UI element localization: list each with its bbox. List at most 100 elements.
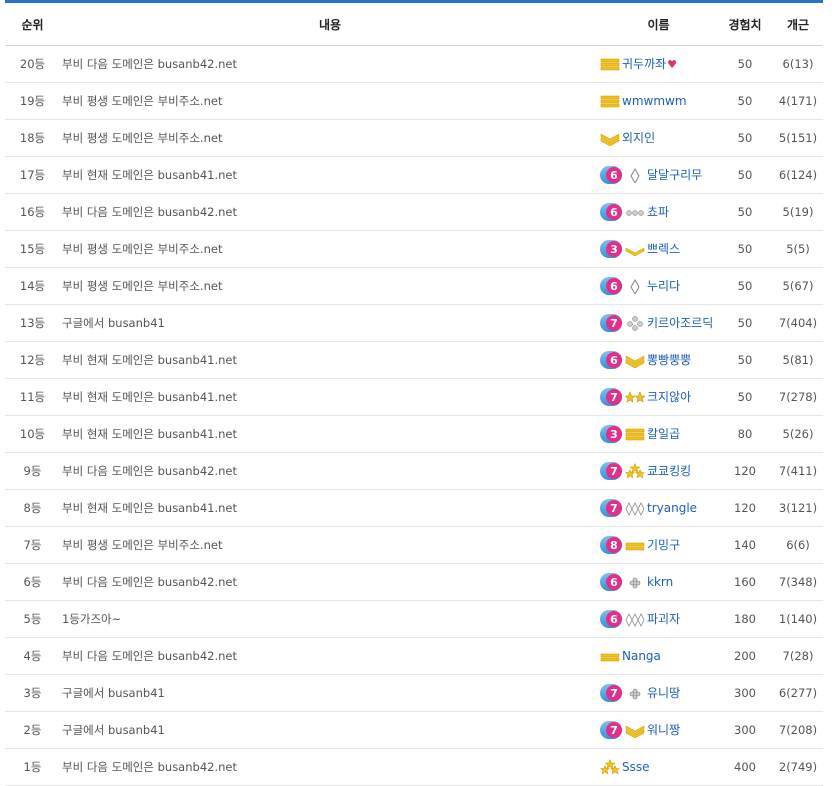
member-name-link[interactable]: 파괴자 bbox=[647, 612, 680, 626]
member-cell[interactable]: 6 달달구리무 bbox=[600, 166, 717, 184]
member-cell[interactable]: wmwmwm bbox=[600, 93, 717, 109]
attendance-cell: 5(81) bbox=[782, 353, 814, 367]
header-rank: 순위 bbox=[21, 17, 44, 32]
rank-diamond-icon bbox=[625, 278, 645, 294]
table-row[interactable]: 11등 부비 현재 도메인은 busanb41.net 7 크지않아 50 7(278) bbox=[5, 379, 823, 416]
member-cell[interactable]: 7 크지않아 bbox=[600, 388, 717, 406]
member-name-link[interactable]: 누리다 bbox=[647, 279, 680, 293]
member-cell[interactable]: 7 tryangle bbox=[600, 499, 717, 517]
member-name-link[interactable]: 쿄쿄킹킹 bbox=[647, 464, 691, 478]
level-icon: 8 bbox=[600, 536, 622, 554]
exp-cell: 50 bbox=[737, 390, 753, 404]
member-name-link[interactable]: 유니땅 bbox=[647, 686, 680, 700]
rank-chevron-icon bbox=[625, 722, 645, 738]
table-row[interactable]: 2등 구글에서 busanb41 7 워니짱 300 7(208) bbox=[5, 712, 823, 749]
member-cell[interactable]: 외지인 bbox=[600, 130, 717, 146]
rank-chevron-icon bbox=[625, 352, 645, 368]
level-icon: 6 bbox=[600, 203, 622, 221]
exp-cell: 200 bbox=[734, 649, 756, 663]
attendance-cell: 7(278) bbox=[778, 390, 818, 404]
table-row[interactable]: 5등 1등가즈아~ 6 파괴자 180 1(140) bbox=[5, 601, 823, 638]
exp-cell: 80 bbox=[737, 427, 753, 441]
table-row[interactable]: 14등 부비 평생 도메인은 부비주소.net 6 누리다 50 5(67) bbox=[5, 268, 823, 305]
table-row[interactable]: 10등 부비 현재 도메인은 busanb41.net 3 칼일곱 80 5(26) bbox=[5, 416, 823, 453]
header-content: 내용 bbox=[318, 17, 342, 32]
rank-chevron-icon bbox=[625, 241, 645, 257]
attendance-cell: 5(151) bbox=[778, 131, 818, 145]
table-row[interactable]: 1등 부비 다음 도메인은 busanb42.net Ssse 400 2(749) bbox=[5, 749, 823, 786]
exp-cell: 50 bbox=[737, 316, 753, 330]
member-name-link[interactable]: 기밍구 bbox=[647, 538, 680, 552]
member-name-link[interactable]: 크지않아 bbox=[647, 390, 691, 404]
member-cell[interactable]: 7 워니짱 bbox=[600, 721, 717, 739]
table-row[interactable]: 17등 부비 현재 도메인은 busanb41.net 6 달달구리무 50 6(124) bbox=[5, 157, 823, 194]
member-cell[interactable]: 8 기밍구 bbox=[600, 536, 717, 554]
member-name-link[interactable]: 칼일곱 bbox=[647, 427, 680, 441]
member-cell[interactable]: 6 뽕빵뿡뿡 bbox=[600, 351, 717, 369]
member-name-link[interactable]: 쵸파 bbox=[647, 205, 669, 219]
member-cell[interactable]: 6 쵸파 bbox=[600, 203, 717, 221]
rank-cell: 4등 bbox=[23, 649, 42, 663]
table-row[interactable]: 4등 부비 다음 도메인은 busanb42.net Nanga 200 7(28) bbox=[5, 638, 823, 675]
member-name-link[interactable]: 외지인 bbox=[622, 131, 655, 145]
table-row[interactable]: 6등 부비 다음 도메인은 busanb42.net 6 kkrn 160 7(348) bbox=[5, 564, 823, 601]
member-cell[interactable]: 6 누리다 bbox=[600, 277, 717, 295]
table-row[interactable]: 20등 부비 다음 도메인은 busanb42.net 귀두까좌 ♥ 50 6(13) bbox=[5, 46, 823, 83]
table-header: 순위 내용 이름 경험치 개근 bbox=[5, 3, 823, 46]
table-row[interactable]: 8등 부비 현재 도메인은 busanb41.net 7 tryangle 120 3(1… bbox=[5, 490, 823, 527]
level-icon: 7 bbox=[600, 499, 622, 517]
member-cell[interactable]: Nanga bbox=[600, 648, 717, 664]
member-cell[interactable]: 7 키르아조르딕 bbox=[600, 314, 717, 332]
member-cell[interactable]: Ssse bbox=[600, 759, 717, 775]
rank-chevron-icon bbox=[600, 130, 620, 146]
member-name-link[interactable]: Nanga bbox=[622, 649, 661, 663]
exp-cell: 50 bbox=[737, 168, 753, 182]
content-cell: 부비 다음 도메인은 busanb42.net bbox=[62, 464, 237, 478]
member-name-link[interactable]: Ssse bbox=[622, 760, 650, 774]
table-row[interactable]: 15등 부비 평생 도메인은 부비주소.net 3 쁘렉스 50 5(5) bbox=[5, 231, 823, 268]
member-name-link[interactable]: 워니짱 bbox=[647, 723, 680, 737]
level-icon: 7 bbox=[600, 388, 622, 406]
exp-cell: 160 bbox=[734, 575, 756, 589]
level-number: 7 bbox=[606, 722, 622, 738]
member-name-link[interactable]: 귀두까좌 bbox=[622, 57, 666, 71]
table-row[interactable]: 13등 구글에서 busanb41 7 키르아조르딕 50 7(404) bbox=[5, 305, 823, 342]
member-cell[interactable]: 6 kkrn bbox=[600, 573, 717, 591]
rank-cell: 12등 bbox=[19, 353, 46, 367]
table-body: 20등 부비 다음 도메인은 busanb42.net 귀두까좌 ♥ 50 6(13) 19… bbox=[5, 46, 823, 786]
content-cell: 부비 다음 도메인은 busanb42.net bbox=[62, 57, 237, 71]
content-cell: 부비 현재 도메인은 busanb41.net bbox=[62, 427, 237, 441]
rank-cell: 17등 bbox=[19, 168, 46, 182]
level-number: 6 bbox=[606, 167, 622, 183]
member-name-link[interactable]: 뽕빵뿡뿡 bbox=[647, 353, 691, 367]
table-row[interactable]: 12등 부비 현재 도메인은 busanb41.net 6 뽕빵뿡뿡 50 5(81) bbox=[5, 342, 823, 379]
member-name-link[interactable]: tryangle bbox=[647, 501, 697, 515]
member-name-link[interactable]: kkrn bbox=[647, 575, 673, 589]
member-cell[interactable]: 귀두까좌 ♥ bbox=[600, 56, 717, 72]
attendance-cell: 6(6) bbox=[786, 538, 810, 552]
attendance-cell: 4(171) bbox=[778, 94, 818, 108]
table-row[interactable]: 16등 부비 다음 도메인은 busanb42.net 6 쵸파 50 5(19) bbox=[5, 194, 823, 231]
member-cell[interactable]: 3 칼일곱 bbox=[600, 425, 717, 443]
member-cell[interactable]: 7 쿄쿄킹킹 bbox=[600, 462, 717, 480]
member-name-link[interactable]: 쁘렉스 bbox=[647, 242, 680, 256]
level-number: 7 bbox=[606, 685, 622, 701]
table-row[interactable]: 3등 구글에서 busanb41 7 유니땅 300 6(277) bbox=[5, 675, 823, 712]
table-row[interactable]: 7등 부비 평생 도메인은 부비주소.net 8 기밍구 140 6(6) bbox=[5, 527, 823, 564]
table-row[interactable]: 9등 부비 다음 도메인은 busanb42.net 7 쿄쿄킹킹 120 7(411) bbox=[5, 453, 823, 490]
level-number: 6 bbox=[606, 204, 622, 220]
content-cell: 부비 다음 도메인은 busanb42.net bbox=[62, 205, 237, 219]
member-name-link[interactable]: wmwmwm bbox=[622, 94, 687, 108]
attendance-cell: 2(749) bbox=[778, 760, 818, 774]
member-name-link[interactable]: 달달구리무 bbox=[647, 168, 702, 182]
table-row[interactable]: 18등 부비 평생 도메인은 부비주소.net 외지인 50 5(151) bbox=[5, 120, 823, 157]
member-cell[interactable]: 7 유니땅 bbox=[600, 684, 717, 702]
table-row[interactable]: 19등 부비 평생 도메인은 부비주소.net wmwmwm 50 4(171) bbox=[5, 83, 823, 120]
member-cell[interactable]: 6 파괴자 bbox=[600, 610, 717, 628]
content-cell: 부비 현재 도메인은 busanb41.net bbox=[62, 390, 237, 404]
exp-cell: 180 bbox=[734, 612, 756, 626]
member-cell[interactable]: 3 쁘렉스 bbox=[600, 240, 717, 258]
level-icon: 6 bbox=[600, 610, 622, 628]
attendance-cell: 7(404) bbox=[778, 316, 818, 330]
member-name-link[interactable]: 키르아조르딕 bbox=[647, 316, 713, 330]
